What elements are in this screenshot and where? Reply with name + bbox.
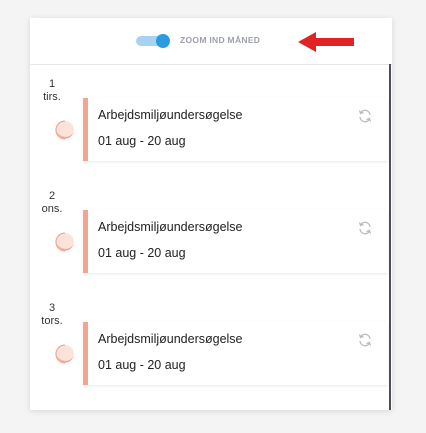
calendar-header: ZOOM IND MÅNED — [30, 18, 392, 64]
event-title: Arbejdsmiljøundersøgelse — [98, 108, 243, 122]
repeat-icon — [358, 333, 372, 347]
event-card[interactable]: Arbejdsmiljøundersøgelse 01 aug - 20 aug — [83, 98, 388, 161]
day-label: 3 tors. — [30, 302, 74, 328]
day-number: 1 — [48, 78, 56, 90]
header-divider — [30, 64, 392, 65]
event-accent-bar — [83, 98, 88, 161]
day-label: 2 ons. — [30, 190, 74, 216]
day-number: 2 — [48, 190, 56, 202]
event-card[interactable]: Arbejdsmiljøundersøgelse 01 aug - 20 aug — [83, 210, 388, 273]
repeat-icon — [358, 221, 372, 235]
moon-icon — [55, 232, 75, 252]
event-accent-bar — [83, 322, 88, 385]
scrollbar[interactable] — [389, 64, 391, 410]
day-row: 2 ons. Arbejdsmiljøundersøgelse 01 aug -… — [30, 190, 388, 282]
event-title: Arbejdsmiljøundersøgelse — [98, 332, 243, 346]
event-dates: 01 aug - 20 aug — [98, 358, 186, 372]
day-weekday: tors. — [41, 315, 63, 327]
event-accent-bar — [83, 210, 88, 273]
toggle-knob — [156, 34, 170, 48]
day-number: 3 — [48, 302, 56, 314]
event-dates: 01 aug - 20 aug — [98, 246, 186, 260]
day-label: 1 tirs. — [30, 78, 74, 104]
moon-icon — [55, 344, 75, 364]
day-weekday: ons. — [41, 203, 63, 215]
event-title: Arbejdsmiljøundersøgelse — [98, 220, 243, 234]
day-weekday: tirs. — [43, 91, 61, 103]
calendar-panel: ZOOM IND MÅNED 1 tirs. Arbejdsmiljøunder… — [30, 18, 392, 410]
day-row: 1 tirs. Arbejdsmiljøundersøgelse 01 aug … — [30, 78, 388, 170]
zoom-month-label[interactable]: ZOOM IND MÅNED — [180, 35, 260, 45]
repeat-icon — [358, 109, 372, 123]
annotation-arrow-icon — [298, 32, 354, 52]
event-card[interactable]: Arbejdsmiljøundersøgelse 01 aug - 20 aug — [83, 322, 388, 385]
zoom-month-toggle[interactable] — [136, 34, 170, 48]
moon-icon — [55, 120, 75, 140]
event-dates: 01 aug - 20 aug — [98, 134, 186, 148]
day-row: 3 tors. Arbejdsmiljøundersøgelse 01 aug … — [30, 302, 388, 394]
